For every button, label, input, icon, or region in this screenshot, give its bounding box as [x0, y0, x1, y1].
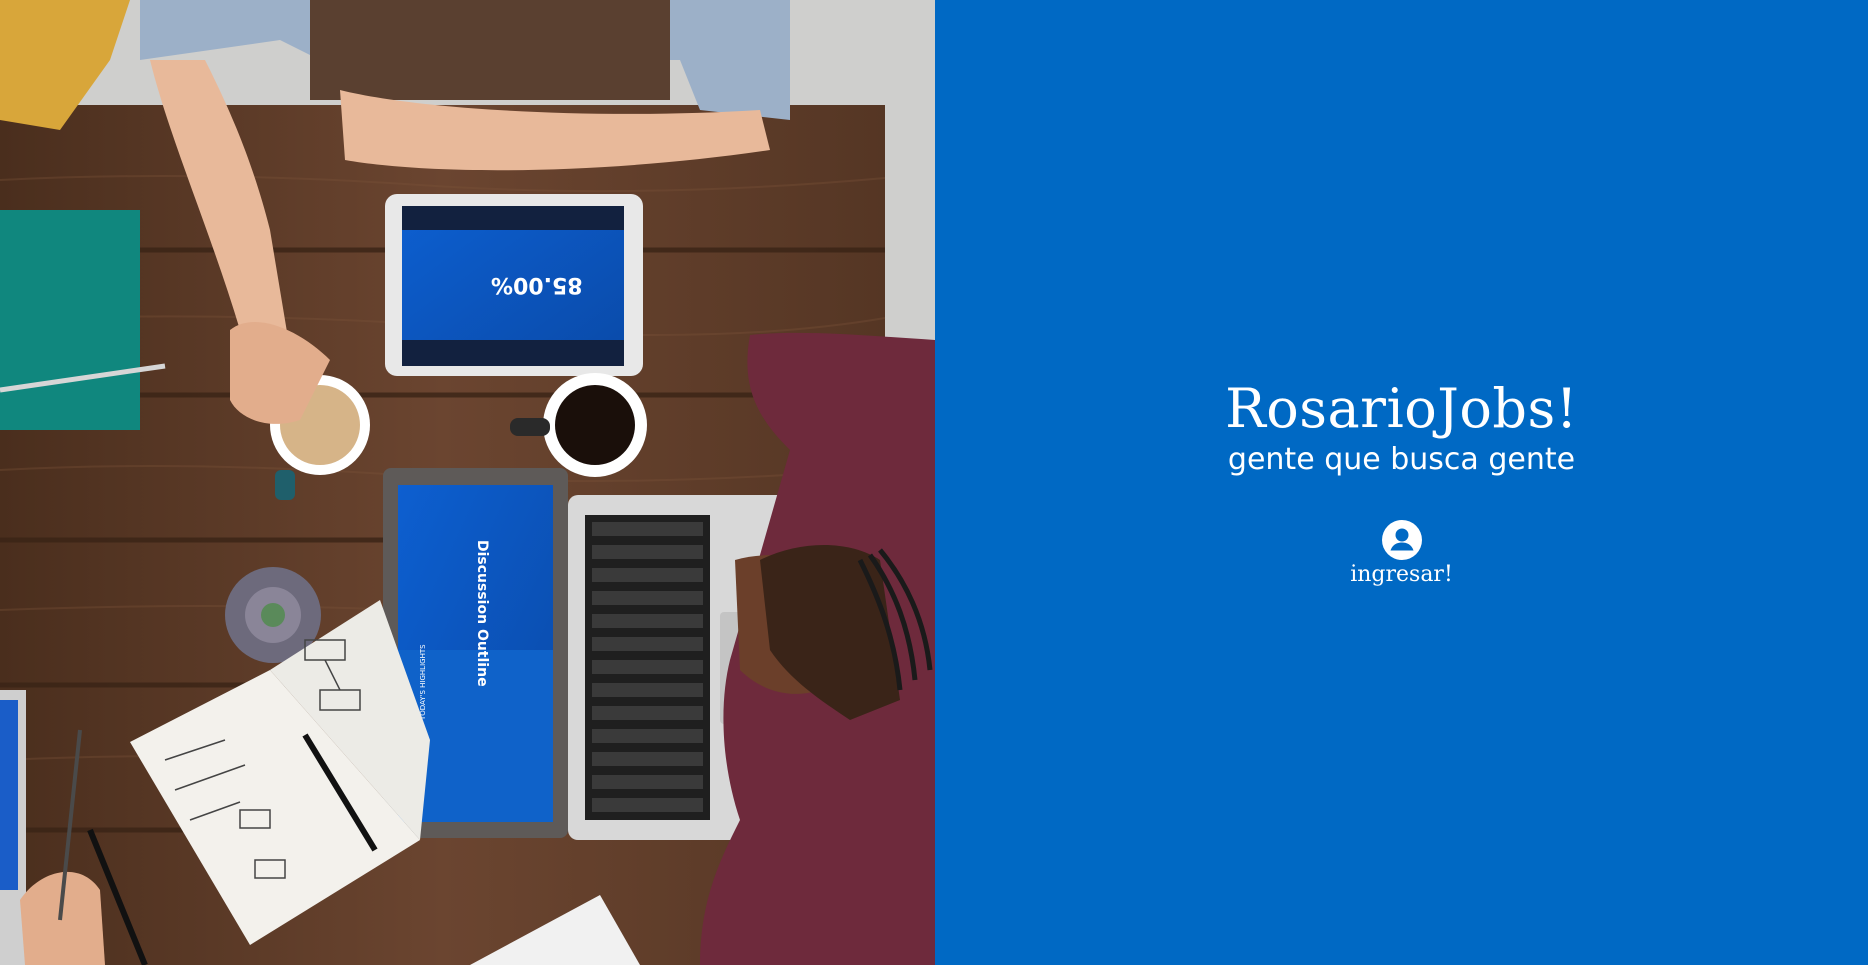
laptop-subheading: TODAY'S HIGHLIGHTS	[419, 644, 427, 721]
user-circle-icon	[1381, 520, 1422, 560]
brand-block: RosarioJobs! gente que busca gente ingre…	[1225, 378, 1578, 589]
brand-tagline: gente que busca gente	[1227, 442, 1576, 477]
brand-panel: RosarioJobs! gente que busca gente ingre…	[935, 0, 1868, 965]
tablet-stat: 85.00%	[491, 272, 583, 297]
landing-page: 85.00% Discussion Outline TODAY'S HIGHLI…	[0, 0, 1868, 965]
login-label: ingresar!	[1350, 562, 1453, 587]
tablet: 85.00%	[385, 194, 643, 376]
team-meeting-illustration: 85.00% Discussion Outline TODAY'S HIGHLI…	[0, 0, 935, 965]
brand-title: RosarioJobs!	[1225, 377, 1578, 440]
login-button[interactable]: ingresar!	[1350, 520, 1453, 589]
laptop-heading: Discussion Outline	[474, 540, 490, 687]
notebook	[0, 210, 140, 430]
hero-photo: 85.00% Discussion Outline TODAY'S HIGHLI…	[0, 0, 935, 965]
